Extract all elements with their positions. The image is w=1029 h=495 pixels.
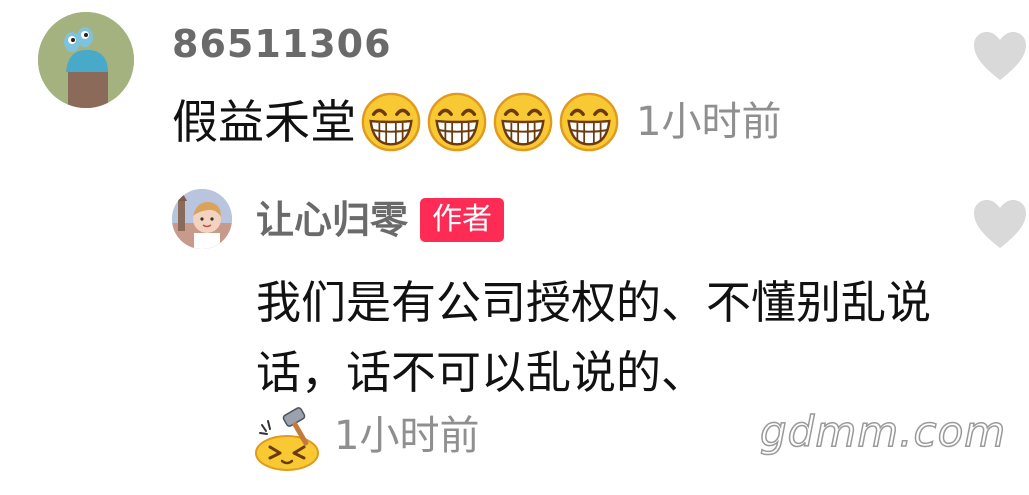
author-badge: 作者	[420, 198, 505, 242]
avatar[interactable]	[38, 12, 134, 108]
hammer-bonk-face-icon	[255, 407, 319, 471]
comment-username[interactable]: 86511306	[172, 20, 392, 68]
avatar-image	[38, 12, 134, 108]
grinning-face-icon	[558, 91, 620, 153]
grinning-face-icon	[426, 91, 488, 153]
grinning-face-icon	[492, 91, 554, 153]
reply-avatar-image	[172, 189, 232, 249]
reply-text: 我们是有公司授权的、不懂别乱说话，话不可以乱说的、	[256, 276, 932, 399]
reply-avatar[interactable]	[172, 189, 232, 249]
comment-body: 假益禾堂 1小时前	[172, 90, 781, 154]
watermark: gdmm.com	[759, 406, 1007, 457]
comment-text: 假益禾堂	[172, 95, 356, 149]
grinning-face-icon	[360, 91, 422, 153]
heart-icon[interactable]	[972, 30, 1028, 82]
heart-icon[interactable]	[972, 198, 1028, 250]
comment-time: 1小时前	[636, 99, 782, 145]
reply-meta: 1小时前	[254, 400, 479, 472]
reply-username[interactable]: 让心归零	[256, 194, 408, 246]
comment-thread: 86511306 假益禾堂 1小时前 让心归零 作者 我们是有公司授权的、不懂别…	[0, 0, 1029, 495]
reply-header: 让心归零 作者	[256, 194, 505, 246]
reply-time: 1小时前	[334, 413, 480, 459]
emoji-group	[360, 91, 624, 153]
